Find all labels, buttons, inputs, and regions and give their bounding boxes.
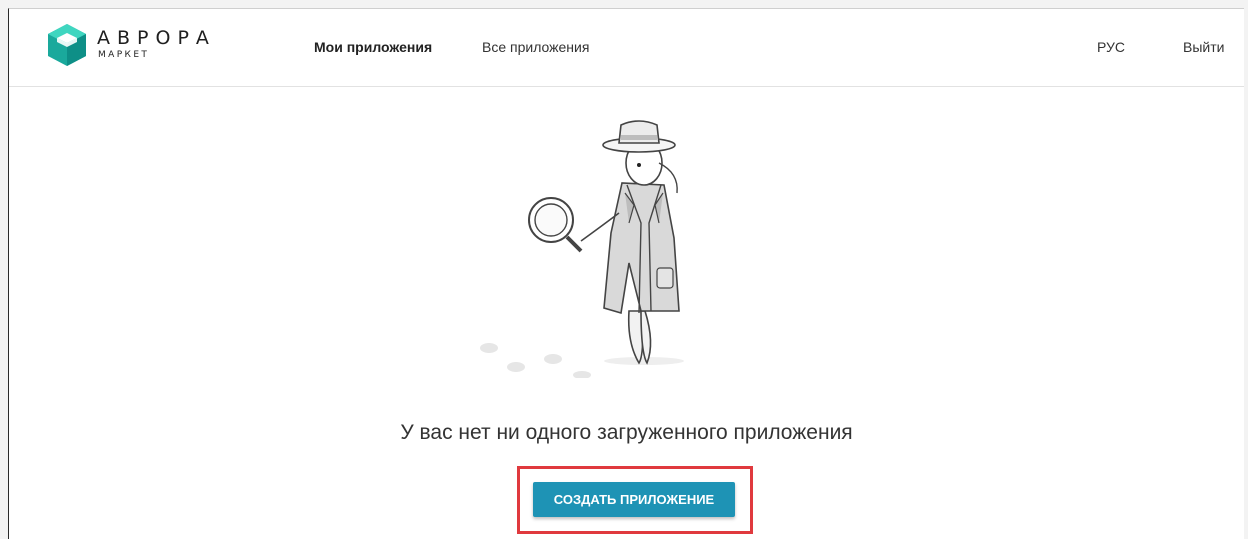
detective-illustration-icon [480, 120, 684, 378]
app-window: АВРОРА МАРКЕТ Мои приложения Все приложе… [8, 8, 1244, 539]
screen: АВРОРА МАРКЕТ Мои приложения Все приложе… [0, 0, 1248, 539]
language-switch[interactable]: РУС [1097, 39, 1125, 55]
cube-logo-icon [48, 24, 86, 66]
brand-name: АВРОРА [97, 27, 216, 49]
top-navigation-bar: АВРОРА МАРКЕТ Мои приложения Все приложе… [9, 9, 1244, 87]
nav-all-apps[interactable]: Все приложения [482, 39, 589, 55]
nav-my-apps[interactable]: Мои приложения [314, 39, 432, 55]
logout-link[interactable]: Выйти [1183, 39, 1224, 55]
empty-state-message: У вас нет ни одного загруженного приложе… [400, 421, 853, 444]
aurora-market-logo[interactable]: АВРОРА МАРКЕТ [45, 22, 245, 72]
create-app-button[interactable]: СОЗДАТЬ ПРИЛОЖЕНИЕ [533, 482, 735, 517]
brand-subtitle: МАРКЕТ [98, 50, 150, 60]
main-content: У вас нет ни одного загруженного приложе… [9, 88, 1244, 540]
